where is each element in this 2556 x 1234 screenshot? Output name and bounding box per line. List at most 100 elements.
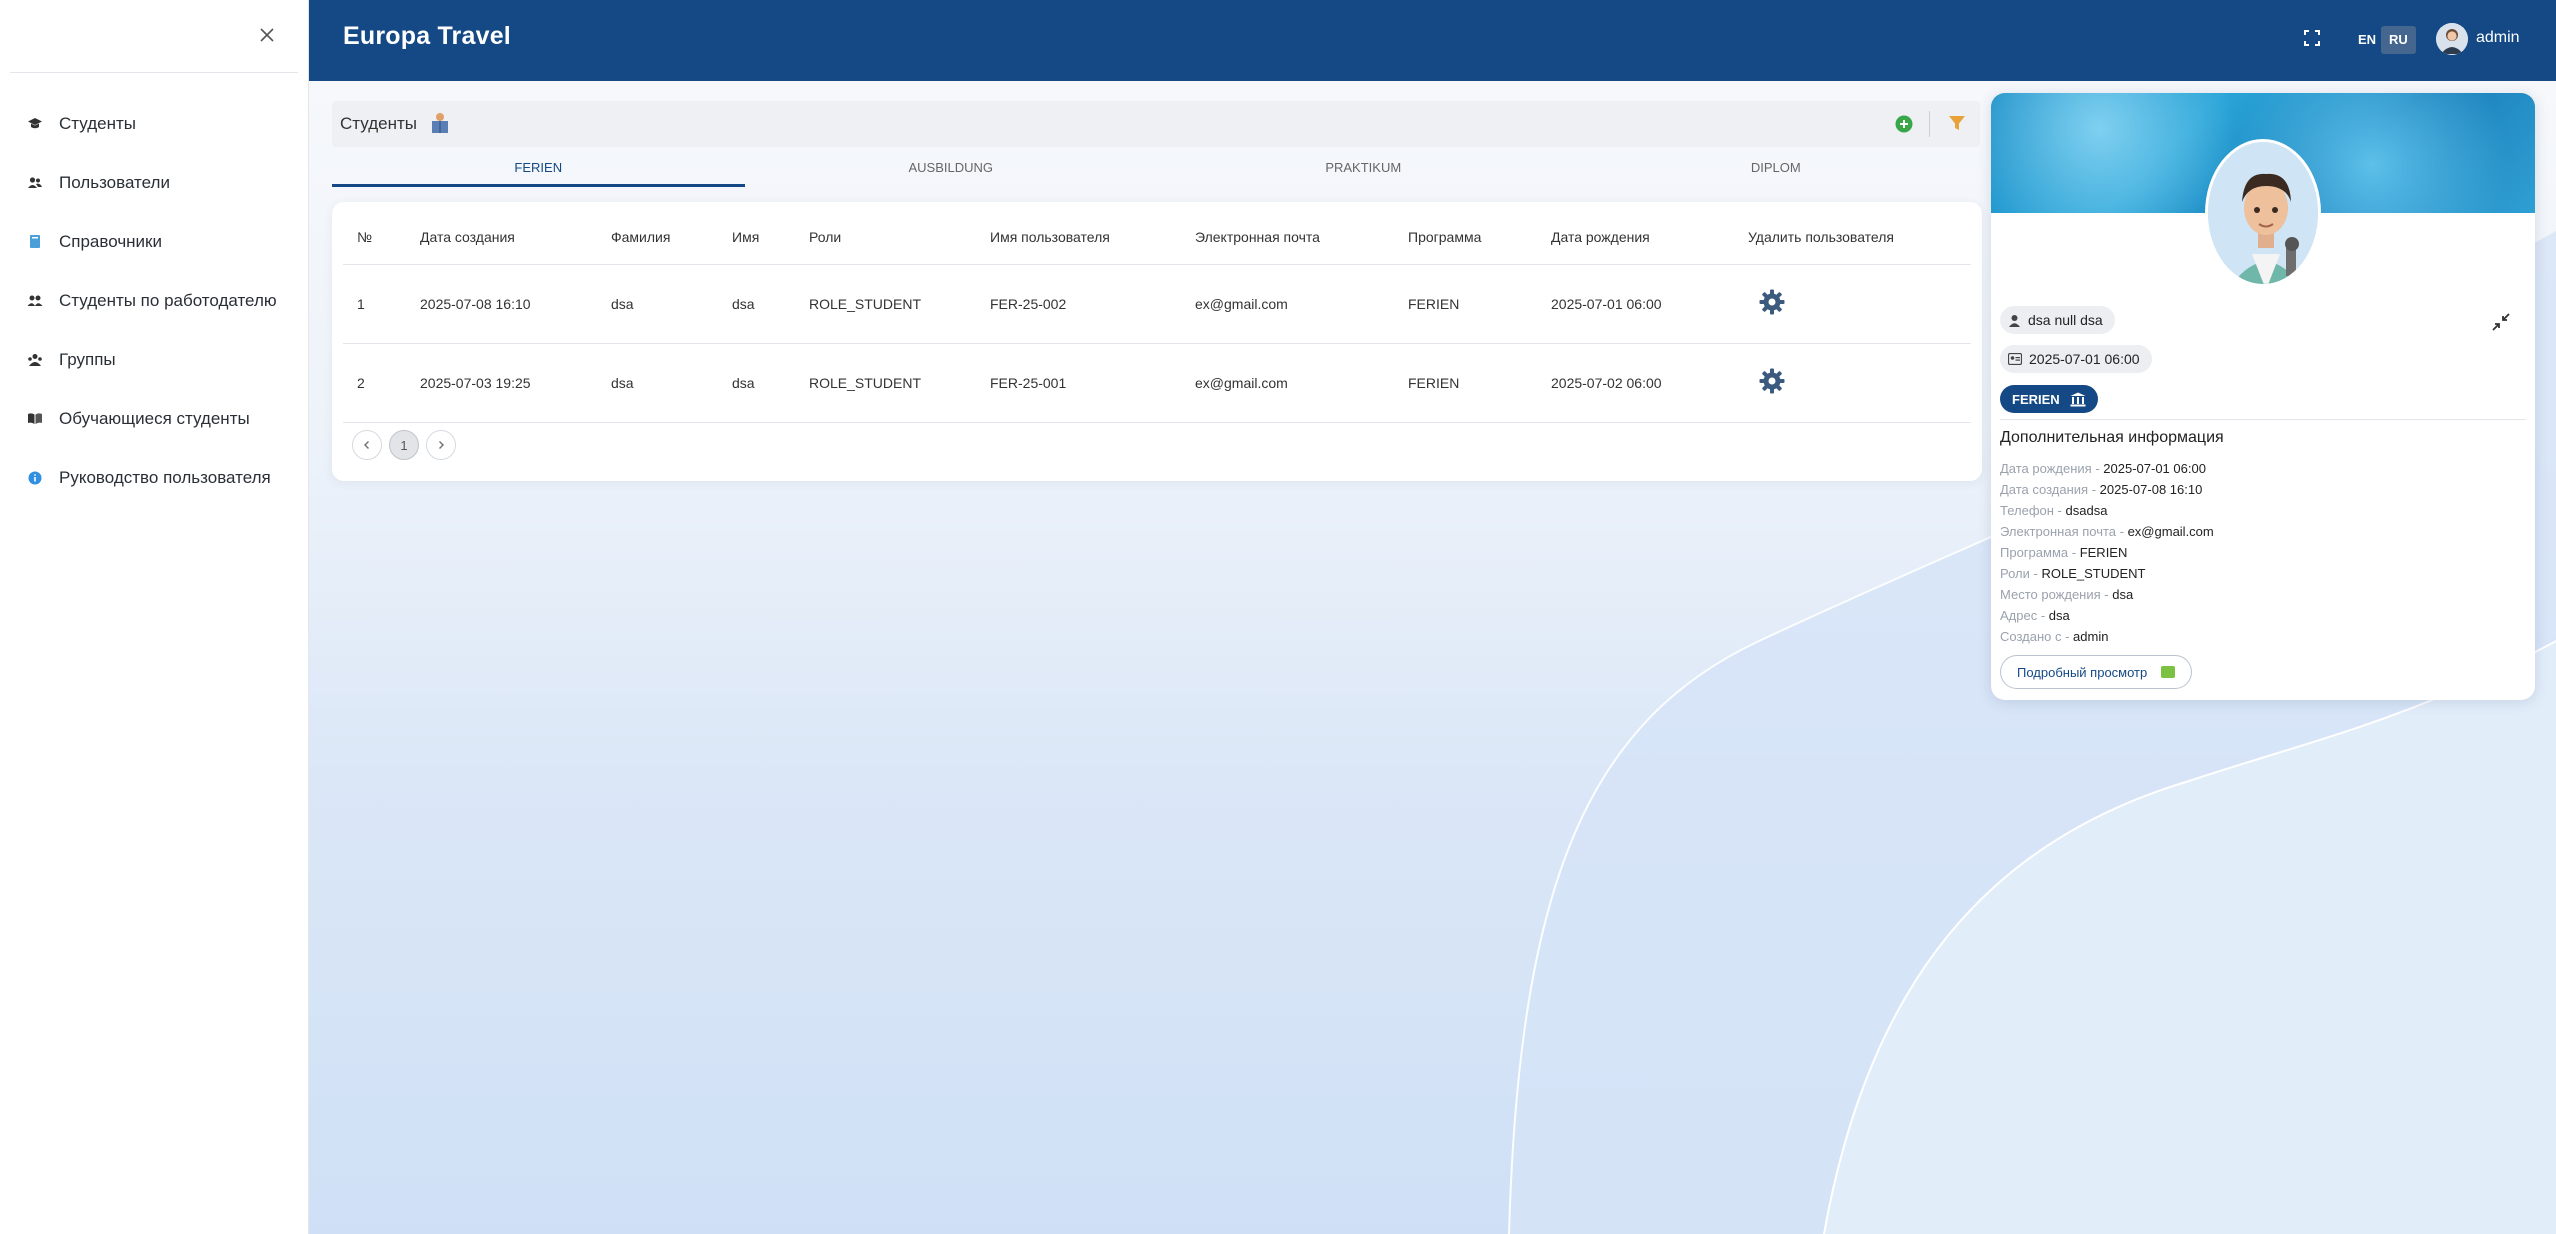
program-badge-label: FERIEN bbox=[2012, 391, 2060, 407]
table-header-row: № Дата создания Фамилия Имя Роли Имя пол… bbox=[343, 211, 1971, 265]
filter-icon[interactable] bbox=[1948, 114, 1966, 132]
group-icon bbox=[27, 352, 43, 368]
column-header[interactable]: Дата создания bbox=[406, 211, 597, 265]
fullscreen-icon[interactable] bbox=[2303, 29, 2321, 47]
program-badge[interactable]: FERIEN bbox=[2000, 385, 2098, 413]
column-header[interactable]: Электронная почта bbox=[1181, 211, 1394, 265]
user-icon bbox=[2009, 314, 2020, 327]
sidebar-item-label: Справочники bbox=[59, 231, 162, 251]
sidebar-item-learning-students[interactable]: Обучающиеся студенты bbox=[0, 389, 308, 448]
profile-date: 2025-07-01 06:00 bbox=[2029, 351, 2140, 367]
sidebar-nav: Студенты Пользователи Справочники Студен… bbox=[0, 94, 308, 507]
brand-title: Europa Travel bbox=[343, 22, 511, 50]
toolbar-divider bbox=[1929, 111, 1930, 137]
pagination: 1 bbox=[352, 430, 463, 460]
table-cell: dsa bbox=[718, 264, 795, 344]
column-header[interactable]: Имя пользователя bbox=[976, 211, 1181, 265]
table-cell: ROLE_STUDENT bbox=[795, 264, 976, 344]
bank-icon bbox=[2070, 392, 2086, 406]
info-row-created: Дата создания - 2025-07-08 16:10 bbox=[2000, 482, 2203, 497]
gear-icon[interactable] bbox=[1758, 367, 1786, 395]
username[interactable]: admin bbox=[2476, 29, 2520, 47]
id-card-icon bbox=[2008, 353, 2022, 365]
table-cell: FERIEN bbox=[1394, 343, 1537, 423]
profile-name-chip: dsa null dsa bbox=[2000, 306, 2115, 334]
table-cell: FER-25-002 bbox=[976, 264, 1181, 344]
sidebar-item-label: Пользователи bbox=[59, 172, 170, 192]
info-row-birthplace: Место рождения - dsa bbox=[2000, 587, 2134, 602]
table-cell: 2025-07-03 19:25 bbox=[406, 343, 597, 423]
top-header: Europa Travel EN RU admin bbox=[309, 0, 2556, 81]
table-cell: ex@gmail.com bbox=[1181, 264, 1394, 344]
table-cell: 2025-07-01 06:00 bbox=[1537, 264, 1734, 344]
column-header[interactable]: № bbox=[343, 211, 406, 265]
info-icon bbox=[27, 470, 43, 486]
sidebar-item-user-guide[interactable]: Руководство пользователя bbox=[0, 448, 308, 507]
student-book-icon bbox=[432, 113, 448, 133]
table-cell: dsa bbox=[718, 343, 795, 423]
info-row-address: Адрес - dsa bbox=[2000, 608, 2070, 623]
profile-divider bbox=[2000, 419, 2526, 420]
tab-diplom[interactable]: DIPLOM bbox=[1570, 153, 1983, 191]
add-student-button[interactable] bbox=[1895, 115, 1913, 133]
lang-en-button[interactable]: EN bbox=[2350, 26, 2384, 54]
user-group-icon bbox=[27, 293, 43, 309]
table-row[interactable]: 1 2025-07-08 16:10 dsa dsa ROLE_STUDENT … bbox=[343, 264, 1971, 344]
sidebar-item-groups[interactable]: Группы bbox=[0, 330, 308, 389]
table-cell: dsa bbox=[597, 264, 718, 344]
sidebar-item-references[interactable]: Справочники bbox=[0, 212, 308, 271]
next-page-button[interactable] bbox=[426, 430, 456, 460]
info-row-roles: Роли - ROLE_STUDENT bbox=[2000, 566, 2146, 581]
book-icon bbox=[27, 234, 43, 250]
info-row-birthdate: Дата рождения - 2025-07-01 06:00 bbox=[2000, 461, 2206, 476]
gear-icon[interactable] bbox=[1758, 288, 1786, 316]
sidebar-item-label: Студенты по работодателю bbox=[59, 290, 277, 310]
table-cell: FERIEN bbox=[1394, 264, 1537, 344]
table-cell: 2025-07-02 06:00 bbox=[1537, 343, 1734, 423]
additional-info-title: Дополнительная информация bbox=[2000, 429, 2224, 446]
close-icon[interactable] bbox=[258, 26, 276, 44]
student-profile-card: dsa null dsa 2025-07-01 06:00 FERIEN Доп… bbox=[1991, 93, 2535, 700]
info-row-phone: Телефон - dsadsa bbox=[2000, 503, 2108, 518]
column-header[interactable]: Фамилия bbox=[597, 211, 718, 265]
column-header[interactable]: Программа bbox=[1394, 211, 1537, 265]
prev-page-button[interactable] bbox=[352, 430, 382, 460]
sidebar-item-employer-students[interactable]: Студенты по работодателю bbox=[0, 271, 308, 330]
avatar[interactable] bbox=[2436, 23, 2468, 55]
sidebar-top bbox=[10, 0, 298, 73]
collapse-icon[interactable] bbox=[2491, 312, 2511, 332]
tab-ferien[interactable]: FERIEN bbox=[332, 153, 745, 191]
sidebar-item-users[interactable]: Пользователи bbox=[0, 153, 308, 212]
sidebar-item-label: Студенты bbox=[59, 113, 136, 133]
page-button[interactable]: 1 bbox=[389, 430, 419, 460]
sidebar-item-label: Обучающиеся студенты bbox=[59, 408, 250, 428]
additional-info-list: Дата рождения - 2025-07-01 06:00 Дата со… bbox=[2000, 458, 2214, 647]
table-cell: ROLE_STUDENT bbox=[795, 343, 976, 423]
chevron-left-icon bbox=[363, 440, 370, 450]
column-header[interactable]: Имя bbox=[718, 211, 795, 265]
table-cell bbox=[1734, 264, 1971, 344]
sidebar-item-students[interactable]: Студенты bbox=[0, 94, 308, 153]
column-header[interactable]: Роли bbox=[795, 211, 976, 265]
tab-praktikum[interactable]: PRAKTIKUM bbox=[1157, 153, 1570, 191]
sidebar-item-label: Руководство пользователя bbox=[59, 467, 271, 487]
info-row-email: Электронная почта - ex@gmail.com bbox=[2000, 524, 2214, 539]
chevron-right-icon bbox=[438, 440, 445, 450]
info-row-created-by: Создано с - admin bbox=[2000, 629, 2109, 644]
column-header: Удалить пользователя bbox=[1734, 211, 1971, 265]
students-toolbar: Студенты bbox=[332, 101, 1980, 147]
info-row-program: Программа - FERIEN bbox=[2000, 545, 2128, 560]
tab-ausbildung[interactable]: AUSBILDUNG bbox=[745, 153, 1158, 191]
users-icon bbox=[27, 175, 43, 191]
table-cell: 1 bbox=[343, 264, 406, 344]
students-table: № Дата создания Фамилия Имя Роли Имя пол… bbox=[343, 211, 1971, 423]
graduation-cap-icon bbox=[27, 116, 43, 132]
column-header[interactable]: Дата рождения bbox=[1537, 211, 1734, 265]
table-row[interactable]: 2 2025-07-03 19:25 dsa dsa ROLE_STUDENT … bbox=[343, 343, 1971, 423]
table-cell: FER-25-001 bbox=[976, 343, 1181, 423]
detailed-view-button[interactable]: Подробный просмотр bbox=[2000, 655, 2193, 689]
table-cell: ex@gmail.com bbox=[1181, 343, 1394, 423]
program-tabs: FERIEN AUSBILDUNG PRAKTIKUM DIPLOM bbox=[332, 153, 1982, 191]
lang-ru-button[interactable]: RU bbox=[2381, 26, 2416, 54]
sidebar-item-label: Группы bbox=[59, 349, 116, 369]
